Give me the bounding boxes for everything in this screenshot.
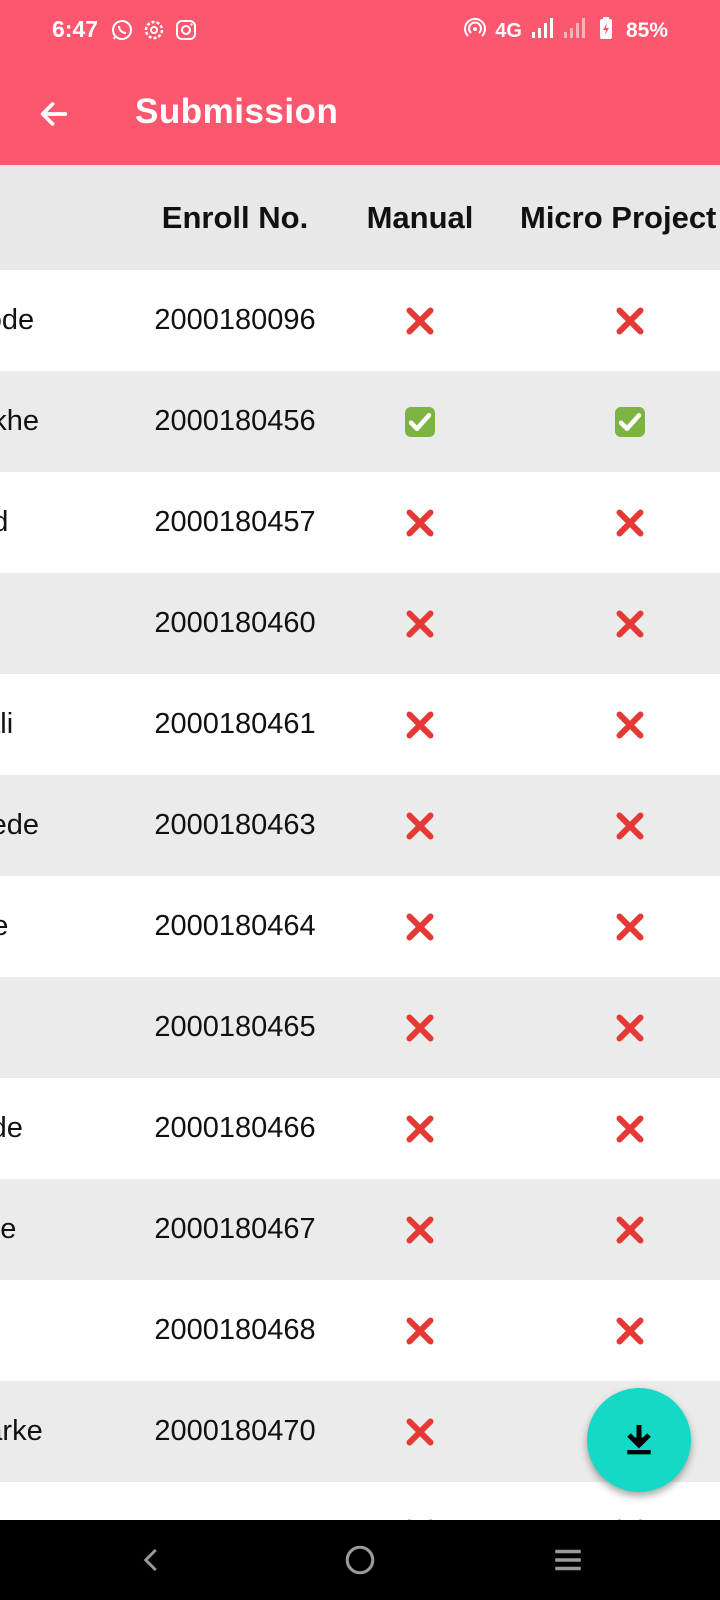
navigation-bar	[0, 1520, 720, 1600]
table-row[interactable]: dge 2000180464	[0, 876, 720, 977]
submission-table[interactable]: e Enroll No. Manual Micro Project arode 2…	[0, 165, 720, 1520]
home-nav-icon	[345, 1545, 375, 1575]
header-micro-project: Micro Project	[520, 199, 717, 235]
page-title: Submission	[135, 92, 339, 131]
nav-recents-button[interactable]	[544, 1536, 592, 1584]
download-button[interactable]	[587, 1388, 691, 1492]
enroll-number: 2000180464	[154, 910, 316, 942]
manual-cross-icon	[345, 977, 495, 1078]
header-manual: Manual	[366, 199, 474, 235]
table-row[interactable]: atil 2000180460	[0, 573, 720, 674]
whatsapp-icon	[110, 18, 134, 47]
header-name: e	[0, 165, 130, 270]
enroll-number: 2000180470	[154, 1415, 316, 1447]
enroll-number: 2000180456	[154, 405, 316, 437]
nav-home-button[interactable]	[336, 1536, 384, 1584]
table-row[interactable]: arode 2000180096	[0, 270, 720, 371]
arrow-left-icon	[40, 102, 68, 126]
manual-cross-icon	[345, 1179, 495, 1280]
signal-weak-icon	[562, 16, 586, 46]
battery-icon	[594, 16, 618, 46]
network-type: 4G	[495, 19, 522, 42]
student-name: kode	[0, 1112, 23, 1144]
student-name: unkhe	[0, 405, 40, 437]
micro-project-cross-icon	[505, 1482, 720, 1520]
app-bar: 6:47 4G 85% Submission	[0, 0, 720, 165]
table-row[interactable]: ole 2000180465	[0, 977, 720, 1078]
student-name: arode	[0, 304, 35, 336]
micro-project-cross-icon	[505, 1078, 720, 1179]
table-row[interactable]: kode 2000180466	[0, 1078, 720, 1179]
header-enroll: Enroll No.	[161, 199, 309, 235]
table-row[interactable]: Mali 2000180461	[0, 674, 720, 775]
back-button[interactable]	[30, 90, 78, 138]
enroll-number: 2000180457	[154, 506, 316, 538]
signal-icon	[530, 16, 554, 46]
manual-cross-icon	[345, 1078, 495, 1179]
micro-project-cross-icon	[505, 876, 720, 977]
table-row[interactable]: khede 2000180463	[0, 775, 720, 876]
table-header-row: e Enroll No. Manual Micro Project	[0, 165, 720, 270]
manual-cross-icon	[345, 573, 495, 674]
micro-project-check-icon	[505, 371, 720, 472]
table-row[interactable]: kure 2000180467	[0, 1179, 720, 1280]
manual-cross-icon	[345, 1482, 495, 1520]
status-time: 6:47	[52, 16, 99, 42]
instagram-icon	[174, 18, 198, 47]
micro-project-cross-icon	[505, 270, 720, 371]
settings-icon	[142, 18, 166, 47]
manual-cross-icon	[345, 775, 495, 876]
recents-nav-icon	[555, 1549, 581, 1571]
hotspot-icon	[463, 16, 487, 46]
micro-project-cross-icon	[505, 573, 720, 674]
student-name: Mali	[0, 708, 14, 740]
status-bar: 6:47 4G 85%	[0, 0, 720, 62]
enroll-number: 2000180461	[154, 708, 316, 740]
table-row[interactable]: the 2000180468	[0, 1280, 720, 1381]
student-name: ole	[0, 977, 130, 1078]
table-row[interactable]: hod 2000180457	[0, 472, 720, 573]
enroll-number: 2000180465	[154, 1011, 316, 1043]
student-name: atil	[0, 573, 130, 674]
micro-project-cross-icon	[505, 1280, 720, 1381]
enroll-number: 2000180460	[154, 607, 316, 639]
student-name	[0, 1482, 130, 1520]
student-name: Warke	[0, 1415, 43, 1447]
table-row[interactable]	[0, 1482, 720, 1520]
enroll-number: 2000180096	[154, 304, 316, 336]
manual-cross-icon	[345, 1280, 495, 1381]
student-name: dge	[0, 910, 9, 942]
enroll-number: 2000180467	[154, 1213, 316, 1245]
nav-back-button[interactable]	[128, 1536, 176, 1584]
student-name: khede	[0, 809, 40, 841]
micro-project-cross-icon	[505, 674, 720, 775]
enroll-number: 2000180468	[154, 1314, 316, 1346]
student-name: the	[0, 1280, 130, 1381]
micro-project-cross-icon	[505, 1179, 720, 1280]
student-name: kure	[0, 1213, 17, 1245]
micro-project-cross-icon	[505, 472, 720, 573]
battery-percent: 85%	[625, 19, 668, 42]
manual-cross-icon	[345, 472, 495, 573]
manual-cross-icon	[345, 1381, 495, 1482]
micro-project-cross-icon	[505, 977, 720, 1078]
table-row[interactable]: unkhe 2000180456	[0, 371, 720, 472]
download-icon	[627, 1425, 651, 1455]
back-nav-icon	[143, 1548, 157, 1572]
student-name: hod	[0, 506, 9, 538]
manual-check-icon	[345, 371, 495, 472]
manual-cross-icon	[345, 674, 495, 775]
enroll-number: 2000180463	[154, 809, 316, 841]
manual-cross-icon	[345, 270, 495, 371]
enroll-number: 2000180466	[154, 1112, 316, 1144]
enroll-number	[128, 1482, 342, 1520]
micro-project-cross-icon	[505, 775, 720, 876]
manual-cross-icon	[345, 876, 495, 977]
